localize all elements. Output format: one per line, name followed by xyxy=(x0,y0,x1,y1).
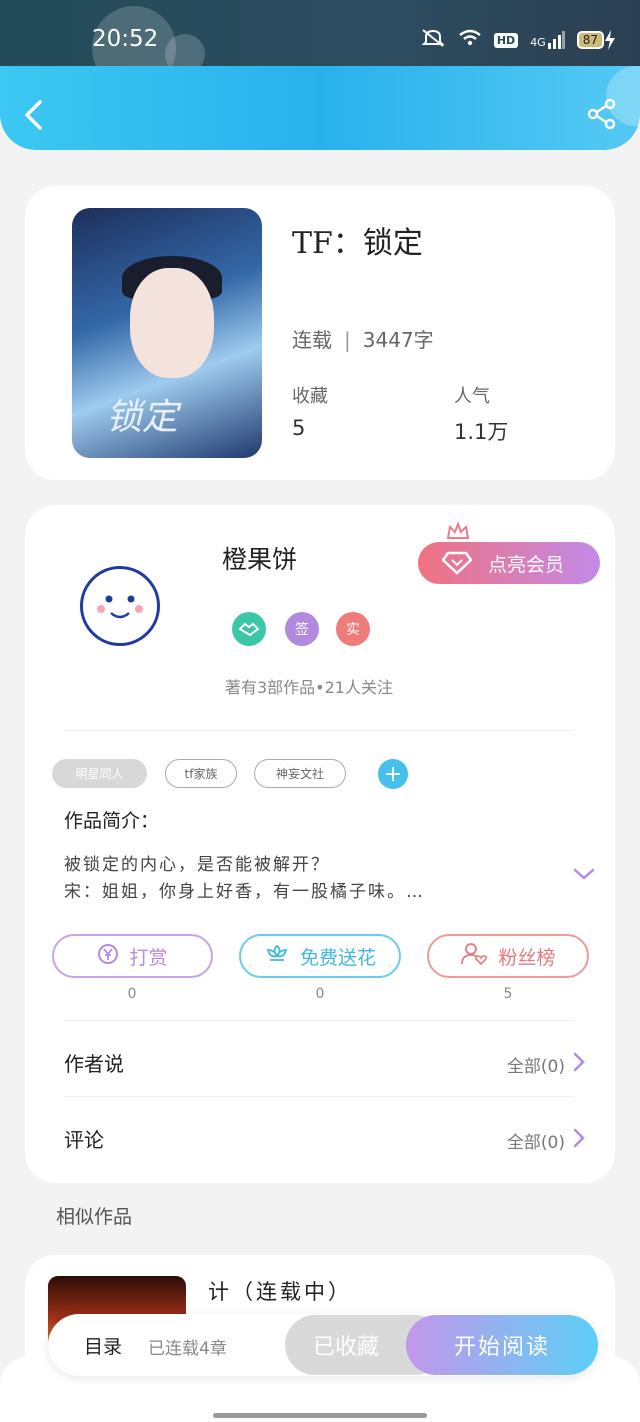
similar-work-title[interactable]: 计（连载中） xyxy=(208,1276,352,1306)
coin-icon xyxy=(97,943,119,970)
author-says-label[interactable]: 作者说 xyxy=(64,1048,124,1077)
flower-count: 0 xyxy=(315,986,325,1002)
send-flower-label: 免费送花 xyxy=(299,946,376,969)
tag-club[interactable]: 神妄文社 xyxy=(254,759,346,788)
favorites-count: 5 xyxy=(292,416,306,440)
comments-label[interactable]: 评论 xyxy=(64,1124,104,1153)
intro-label: 作品简介： xyxy=(64,810,160,832)
divider xyxy=(64,1096,574,1097)
divider xyxy=(64,1020,574,1021)
user-heart-icon xyxy=(460,942,488,971)
tag-star-fanfic[interactable]: 明星同人 xyxy=(52,759,147,788)
author-says-all-link[interactable]: 全部(0) xyxy=(507,1052,585,1077)
back-arrow-icon[interactable] xyxy=(22,98,46,136)
book-status: 连载 xyxy=(292,328,332,352)
book-cover-image[interactable]: 锁定 xyxy=(72,208,262,458)
mute-icon xyxy=(420,28,446,52)
popularity-count: 1.1万 xyxy=(454,420,509,444)
home-indicator[interactable] xyxy=(213,1413,427,1418)
signal-icon: 4G xyxy=(530,31,565,49)
handshake-badge-icon xyxy=(232,612,266,646)
chevron-right-icon xyxy=(573,1052,585,1077)
toc-button[interactable]: 目录 xyxy=(84,1332,122,1359)
fan-ranking-label: 粉丝榜 xyxy=(498,946,556,969)
battery-icon: 87 xyxy=(576,30,616,50)
divider xyxy=(64,730,574,731)
tag-tf-family[interactable]: tf家族 xyxy=(165,759,237,788)
author-stats: 著有3部作品•21人关注 xyxy=(225,678,393,697)
chevron-right-icon xyxy=(573,1128,585,1153)
fan-count: 5 xyxy=(503,986,513,1002)
diamond-icon xyxy=(441,551,473,580)
similar-works-heading: 相似作品 xyxy=(56,1206,133,1228)
chapter-count: 已连载4章 xyxy=(148,1339,227,1359)
popularity-label: 人气 xyxy=(454,386,490,407)
avatar[interactable] xyxy=(80,566,160,646)
author-says-all-label: 全部(0) xyxy=(506,1057,565,1077)
comments-all-link[interactable]: 全部(0) xyxy=(507,1128,585,1153)
fan-ranking-button[interactable]: 粉丝榜 xyxy=(427,934,589,978)
signed-badge: 签 xyxy=(285,612,319,646)
intro-line-1: 被锁定的内心，是否能被解开？ xyxy=(64,855,330,875)
book-title: TF：锁定 xyxy=(292,226,423,261)
reward-count: 0 xyxy=(127,986,137,1002)
book-meta: 连载 | 3447字 xyxy=(292,328,434,352)
word-count: 3447字 xyxy=(362,328,434,352)
start-reading-button[interactable]: 开始阅读 xyxy=(406,1315,598,1375)
wifi-icon xyxy=(458,29,482,51)
verified-badge: 实 xyxy=(336,612,370,646)
vip-label: 点亮会员 xyxy=(488,553,565,576)
reward-button[interactable]: 打赏 xyxy=(52,934,213,978)
send-flower-button[interactable]: 免费送花 xyxy=(239,934,401,978)
hd-icon: HD xyxy=(493,32,519,48)
chevron-down-icon[interactable] xyxy=(572,866,596,886)
share-icon[interactable] xyxy=(586,98,618,134)
network-type: 4G xyxy=(530,36,546,49)
battery-level: 87 xyxy=(576,31,604,49)
intro-line-2: 宋：姐姐，你身上好香，有一股橘子味。… xyxy=(64,882,425,902)
reward-label: 打赏 xyxy=(129,946,168,969)
author-name[interactable]: 橙果饼 xyxy=(222,540,297,576)
cover-title-text: 锁定 xyxy=(106,397,179,438)
status-time: 20:52 xyxy=(92,26,159,52)
flower-icon xyxy=(264,942,290,971)
comments-all-label: 全部(0) xyxy=(506,1133,565,1153)
status-bar: 20:52 HD 4G 87 xyxy=(0,0,640,90)
favorites-label: 收藏 xyxy=(292,386,328,407)
vip-button[interactable]: 点亮会员 xyxy=(418,542,600,584)
top-nav-bar xyxy=(0,66,640,150)
add-tag-button[interactable]: + xyxy=(378,759,408,789)
